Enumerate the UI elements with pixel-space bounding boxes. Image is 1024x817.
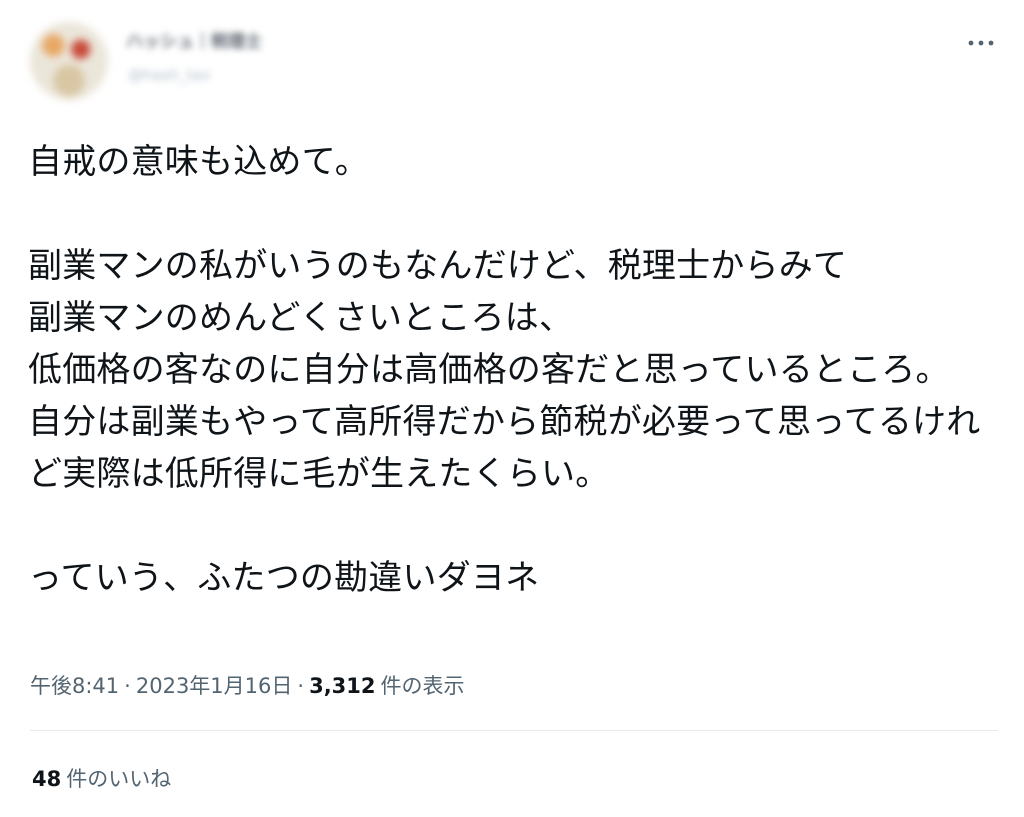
- likes-count: 48: [32, 767, 62, 791]
- tweet-card: ハッシュ｜税理士 @hash_tax 自戒の意味も込めて。 副業マンの私がいうの…: [0, 0, 1024, 817]
- meta-separator: ·: [297, 674, 305, 698]
- views-label: 件の表示: [380, 674, 465, 698]
- username[interactable]: @hash_tax: [128, 66, 246, 84]
- display-name[interactable]: ハッシュ｜税理士: [126, 32, 311, 52]
- tweet-date-link[interactable]: 2023年1月16日: [136, 674, 293, 698]
- tweet-metadata: 午後8:41 · 2023年1月16日 · 3,312 件の表示: [30, 672, 465, 700]
- more-options-button[interactable]: [964, 26, 998, 60]
- tweet-header: ハッシュ｜税理士 @hash_tax: [30, 18, 1000, 113]
- likes-label: 件のいいね: [66, 767, 172, 791]
- more-horizontal-icon: [968, 40, 994, 46]
- avatar[interactable]: [30, 22, 108, 100]
- tweet-text: 自戒の意味も込めて。 副業マンの私がいうのもなんだけど、税理士からみて 副業マン…: [28, 142, 981, 598]
- tweet-time-link[interactable]: 午後8:41: [30, 674, 119, 698]
- divider: [30, 730, 998, 731]
- meta-separator: ·: [124, 674, 131, 698]
- views-count: 3,312: [309, 674, 376, 698]
- likes-link[interactable]: 48 件のいいね: [32, 765, 171, 793]
